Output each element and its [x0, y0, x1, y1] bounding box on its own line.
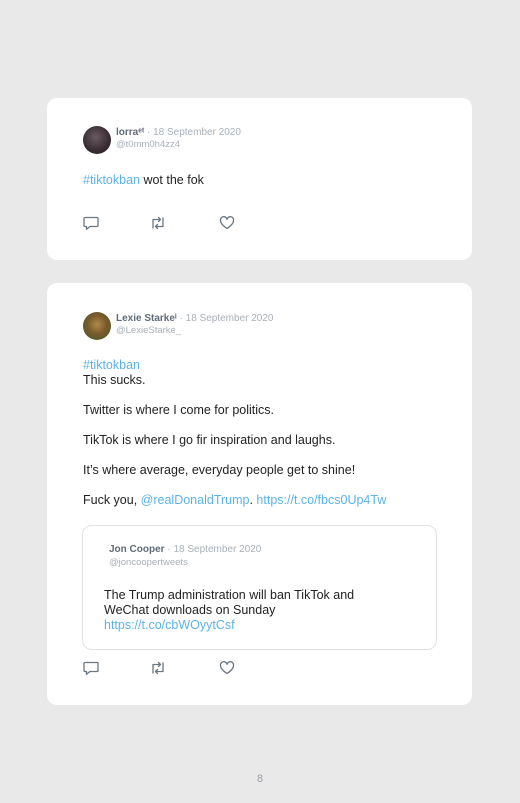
reply-icon[interactable] [83, 661, 99, 675]
quoted-author-handle[interactable]: @joncoopertweets [109, 556, 261, 569]
heart-icon[interactable] [219, 661, 235, 675]
tweet-actions [83, 216, 243, 230]
quoted-author-name[interactable]: Jon Cooper [109, 544, 165, 555]
tweet-line: Fuck you, @realDonaldTrump. https://t.co… [83, 493, 386, 508]
tweet-line-prefix: Fuck you, [83, 493, 141, 507]
quoted-tweet[interactable]: Jon Cooper · 18 September 2020 @joncoope… [82, 525, 437, 650]
hashtag-link[interactable]: #tiktokban [83, 358, 386, 373]
tweet-line: Twitter is where I come for politics. [83, 403, 275, 417]
tweet-line: TikTok is where I go fir inspiration and… [83, 433, 336, 447]
quoted-tweet-header: Jon Cooper · 18 September 2020 @joncoope… [109, 543, 261, 569]
tweet-body: wot the fok [139, 173, 204, 187]
separator-dot: · [146, 127, 151, 138]
tweet-line: This sucks. [83, 373, 146, 387]
quoted-tweet-text: The Trump administration will ban TikTok… [104, 588, 354, 633]
hashtag-link[interactable]: #tiktokban [83, 173, 140, 187]
separator-dot: · [167, 544, 171, 555]
url-link[interactable]: https://t.co/fbcs0Up4Tw [256, 493, 386, 507]
mention-link[interactable]: @realDonaldTrump [141, 493, 250, 507]
quoted-tweet-date[interactable]: 18 September 2020 [173, 544, 261, 555]
author-name[interactable]: Lexie Starkeᴵ [116, 313, 177, 324]
tweet-text: #tiktokban wot the fok [83, 173, 204, 188]
tweet-line: It’s where average, everyday people get … [83, 463, 356, 477]
heart-icon[interactable] [219, 216, 235, 230]
page-number: 8 [256, 773, 264, 785]
url-link[interactable]: https://t.co/cbWOyytCsf [104, 618, 354, 633]
retweet-icon[interactable] [150, 661, 166, 675]
author-name[interactable]: lorraᵉᵗ [116, 127, 144, 138]
tweet-card: Lexie Starkeᴵ · 18 September 2020 @Lexie… [47, 283, 472, 705]
tweet-date[interactable]: 18 September 2020 [153, 127, 241, 138]
retweet-icon[interactable] [150, 216, 166, 230]
tweet-header: Lexie Starkeᴵ · 18 September 2020 @Lexie… [116, 313, 273, 337]
tweet-actions [83, 661, 243, 675]
author-handle[interactable]: @LexieStarke_ [116, 325, 273, 337]
quoted-tweet-line: The Trump administration will ban TikTok… [104, 588, 355, 602]
separator-dot: · [179, 313, 183, 324]
avatar[interactable] [83, 312, 111, 340]
reply-icon[interactable] [83, 216, 99, 230]
tweet-header: lorraᵉᵗ · 18 September 2020 @t0mm0h4zz4 [116, 127, 241, 151]
tweet-date[interactable]: 18 September 2020 [186, 313, 274, 324]
tweet-text: #tiktokban This sucks. Twitter is where … [83, 358, 386, 508]
avatar[interactable] [83, 126, 111, 154]
author-handle[interactable]: @t0mm0h4zz4 [116, 139, 241, 151]
quoted-tweet-line: WeChat downloads on Sunday [104, 603, 276, 617]
tweet-card: lorraᵉᵗ · 18 September 2020 @t0mm0h4zz4 … [47, 98, 472, 260]
